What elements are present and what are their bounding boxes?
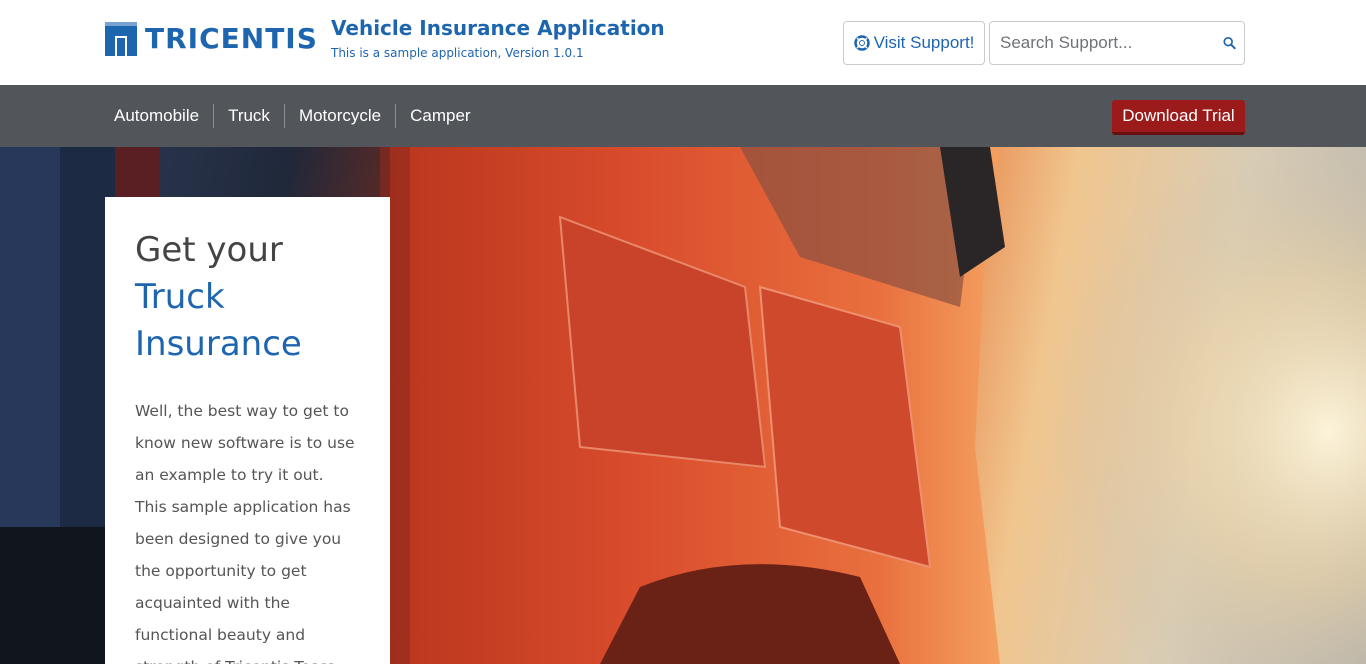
- visit-support-button[interactable]: Visit Support!: [843, 21, 985, 65]
- nav-item-truck[interactable]: Truck: [213, 104, 284, 128]
- search-box: [989, 21, 1245, 65]
- logo-text: TRICENTIS: [145, 22, 318, 55]
- visit-support-label: Visit Support!: [873, 33, 975, 52]
- download-trial-button[interactable]: Download Trial: [1112, 100, 1245, 135]
- hero-title: Get your: [135, 230, 283, 270]
- hero-banner: Get your Truck Insurance Well, the best …: [0, 147, 1366, 664]
- tricentis-logo[interactable]: TRICENTIS: [105, 22, 318, 56]
- app-subtitle: This is a sample application, Version 1.…: [331, 46, 584, 60]
- nav-item-camper[interactable]: Camper: [395, 104, 484, 128]
- nav-list: Automobile Truck Motorcycle Camper: [100, 104, 485, 128]
- hero-card: Get your Truck Insurance Well, the best …: [105, 197, 390, 664]
- header: TRICENTIS Vehicle Insurance Application …: [0, 0, 1366, 85]
- lifebuoy-icon: [853, 35, 870, 51]
- app-title: Vehicle Insurance Application: [331, 16, 665, 40]
- tricentis-logo-icon: [105, 22, 137, 56]
- search-input[interactable]: [990, 22, 1223, 64]
- hero-description: Well, the best way to get to know new so…: [135, 402, 355, 664]
- hero-title-highlight: Truck Insurance: [135, 277, 302, 364]
- nav-item-automobile[interactable]: Automobile: [100, 104, 213, 128]
- search-icon[interactable]: [1223, 33, 1236, 53]
- nav-item-motorcycle[interactable]: Motorcycle: [283, 104, 395, 128]
